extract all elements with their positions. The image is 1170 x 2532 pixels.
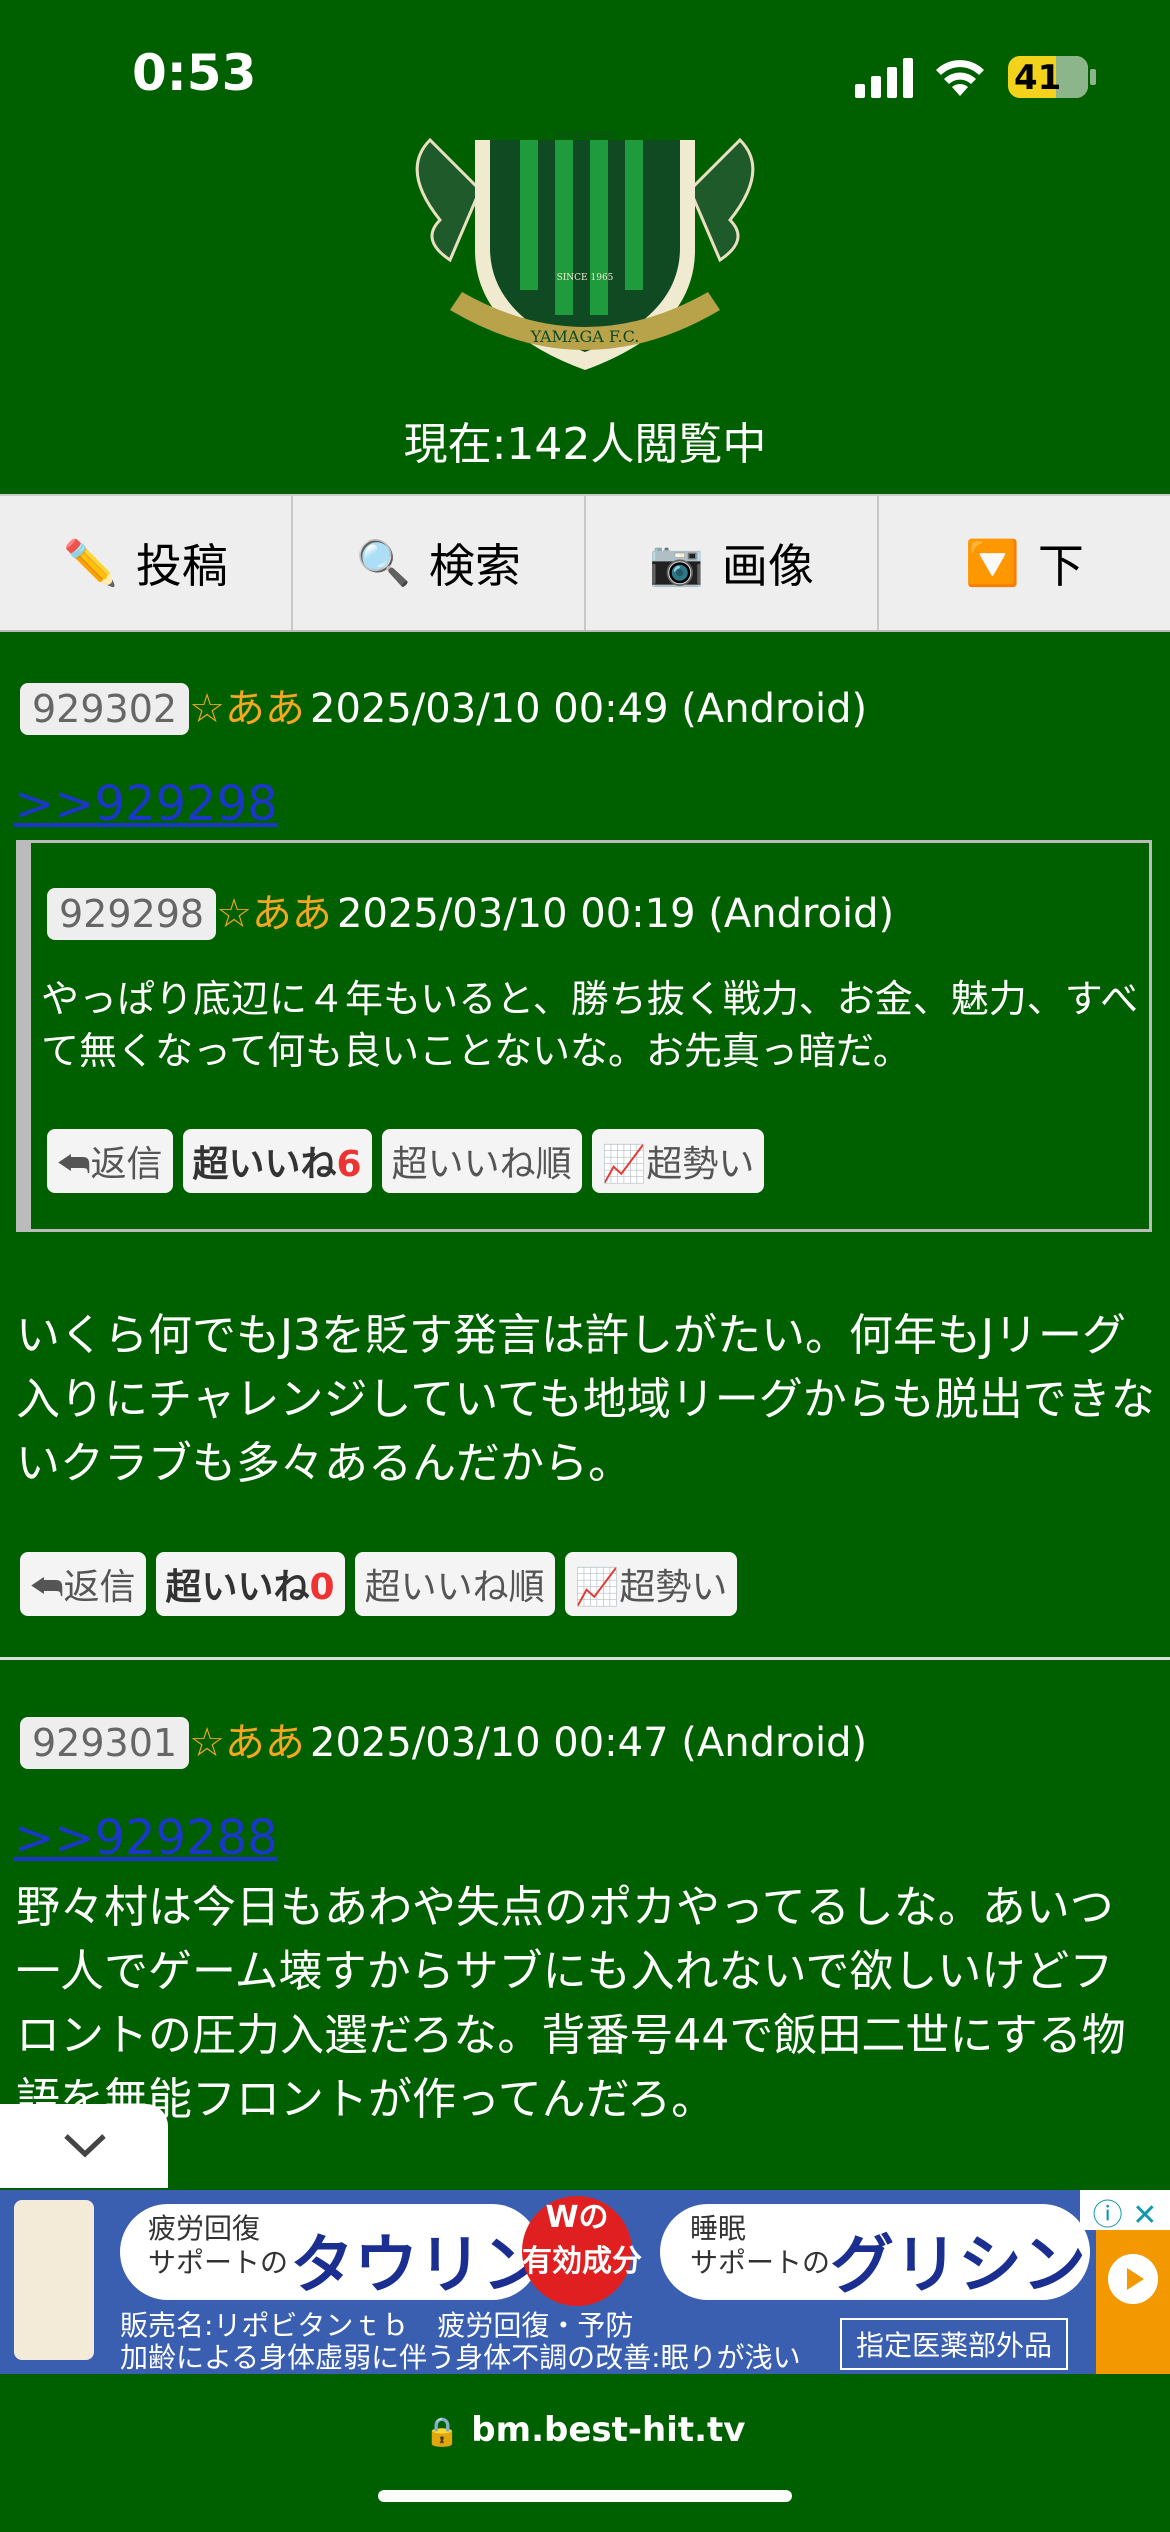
reply-arrow-icon: ⮪ [30,1567,64,1608]
quoted-post-header: 929298 ☆ああ 2025/03/10 00:19 (Android) [47,881,894,940]
play-icon[interactable] [1108,2254,1158,2304]
club-emblem: YAMAGA F.C. SINCE 1965 MATSUMOTO [415,131,755,370]
url-text: bm.best-hit.tv [471,2410,746,2450]
ad-banner[interactable]: 疲労回復 サポートの タウリン Wの 有効成分 睡眠 サポートの グリシン 販売… [0,2190,1170,2374]
quoted-post-text: やっぱり底辺に４年もいると、勝ち抜く戦力、お金、魅力、すべて無くなって何も良いこ… [41,977,1139,1073]
post-divider [0,1657,1170,1660]
sort-by-likes-button[interactable]: 超いいね順 [354,1552,555,1616]
post-author: ☆ああ [189,1720,305,1766]
ad-stamp: 指定医薬部外品 [840,2318,1069,2370]
search-button[interactable]: 🔍 検索 [293,496,586,630]
like-button[interactable]: 超いいね6 [182,1129,372,1193]
like-button[interactable]: 超いいね0 [155,1552,345,1616]
post-header: 929301 ☆ああ 2025/03/10 00:47 (Android) [20,1710,1170,1769]
post-id[interactable]: 929302 [20,683,190,735]
scroll-down-button[interactable]: 🔽 下 [879,496,1170,630]
ad-badge: Wの 有効成分 [522,2196,642,2306]
ad-right-big: グリシン [830,2229,1086,2303]
scroll-down-label: 下 [1037,539,1084,593]
trend-button[interactable]: 📈超勢い [564,1552,738,1616]
post-id[interactable]: 929301 [20,1717,190,1769]
camera-icon: 📷 [649,538,704,589]
viewer-count: 現在:142人閲覧中 [403,419,767,470]
image-button-label: 画像 [721,539,814,593]
emblem-text-top: MATSUMOTO [556,131,614,140]
search-button-label: 検索 [428,539,521,593]
sort-by-likes-button[interactable]: 超いいね順 [381,1129,582,1193]
quoted-post-actions: ⮪返信 超いいね6 超いいね順 📈超勢い [47,1129,774,1193]
toolbar: ✏️ 投稿 🔍 検索 📷 画像 🔽 下 [0,494,1170,632]
reply-button[interactable]: ⮪返信 [47,1129,173,1193]
post-button[interactable]: ✏️ 投稿 [0,496,293,630]
quoted-post-meta: 2025/03/10 00:19 (Android) [337,891,895,937]
reply-arrow-icon: ⮪ [57,1144,91,1185]
status-bar: 0:53 41 [0,0,1170,140]
post-author: ☆ああ [189,686,305,732]
chevron-down-icon [64,2134,106,2158]
trend-chart-icon: 📈 [601,1144,647,1185]
quoted-post: 929298 ☆ああ 2025/03/10 00:19 (Android) やっぱ… [16,840,1152,1232]
ad-legal-text: 販売名:リポビタンｔｂ 疲労回復・予防 加齢による身体虚弱に伴う身体不調の改善:… [120,2309,801,2374]
emblem-text-bottom: YAMAGA F.C. [530,327,640,346]
clock: 0:53 [132,44,257,102]
ad-right-small: 睡眠 サポートの [690,2212,831,2279]
ad-collapse-button[interactable] [0,2104,168,2188]
post-actions: ⮪返信 超いいね0 超いいね順 📈超勢い [20,1552,1170,1616]
battery-tip [1090,69,1096,85]
wifi-icon [936,60,984,96]
product-bottle-image [14,2200,94,2360]
lock-icon: 🔒 [424,2415,460,2448]
battery-level: 41 [1014,58,1062,98]
reply-link[interactable]: >>929298 [14,776,278,832]
home-indicator[interactable] [378,2490,792,2502]
ad-left-big: タウリン [290,2229,546,2303]
trend-button[interactable]: 📈超勢い [591,1129,765,1193]
ad-info-close-icon[interactable]: ⓘ ✕ [1080,2190,1170,2233]
battery-icon: 41 [1008,56,1088,98]
address-bar[interactable]: 🔒 bm.best-hit.tv [0,2410,1170,2450]
emblem-text-since: SINCE 1965 [557,273,614,283]
post-button-label: 投稿 [135,539,228,593]
cellular-signal-icon [855,58,913,98]
reply-button[interactable]: ⮪返信 [20,1552,146,1616]
down-arrow-icon: 🔽 [965,538,1020,589]
post-meta: 2025/03/10 00:49 (Android) [310,686,868,732]
like-count: 6 [336,1144,362,1185]
reply-link[interactable]: >>929288 [14,1810,278,1866]
magnifier-icon: 🔍 [356,538,411,589]
post-meta: 2025/03/10 00:47 (Android) [310,1720,868,1766]
image-button[interactable]: 📷 画像 [586,496,879,630]
post-body: 野々村は今日もあわや失点のポカやってるしな。あいつ一人でゲーム壊すからサブにも入… [16,1882,1126,2125]
post-header: 929302 ☆ああ 2025/03/10 00:49 (Android) [20,676,1170,735]
quoted-post-author: ☆ああ [216,891,332,937]
like-count: 0 [309,1567,335,1608]
ad-left-small: 疲労回復 サポートの [148,2212,289,2279]
trend-chart-icon: 📈 [574,1567,620,1608]
quoted-post-id[interactable]: 929298 [47,888,217,940]
post-body: いくら何でもJ3を貶す発言は許しがたい。何年もJリーグ入りにチャレンジしていても… [16,1310,1155,1489]
pencil-icon: ✏️ [63,538,118,589]
